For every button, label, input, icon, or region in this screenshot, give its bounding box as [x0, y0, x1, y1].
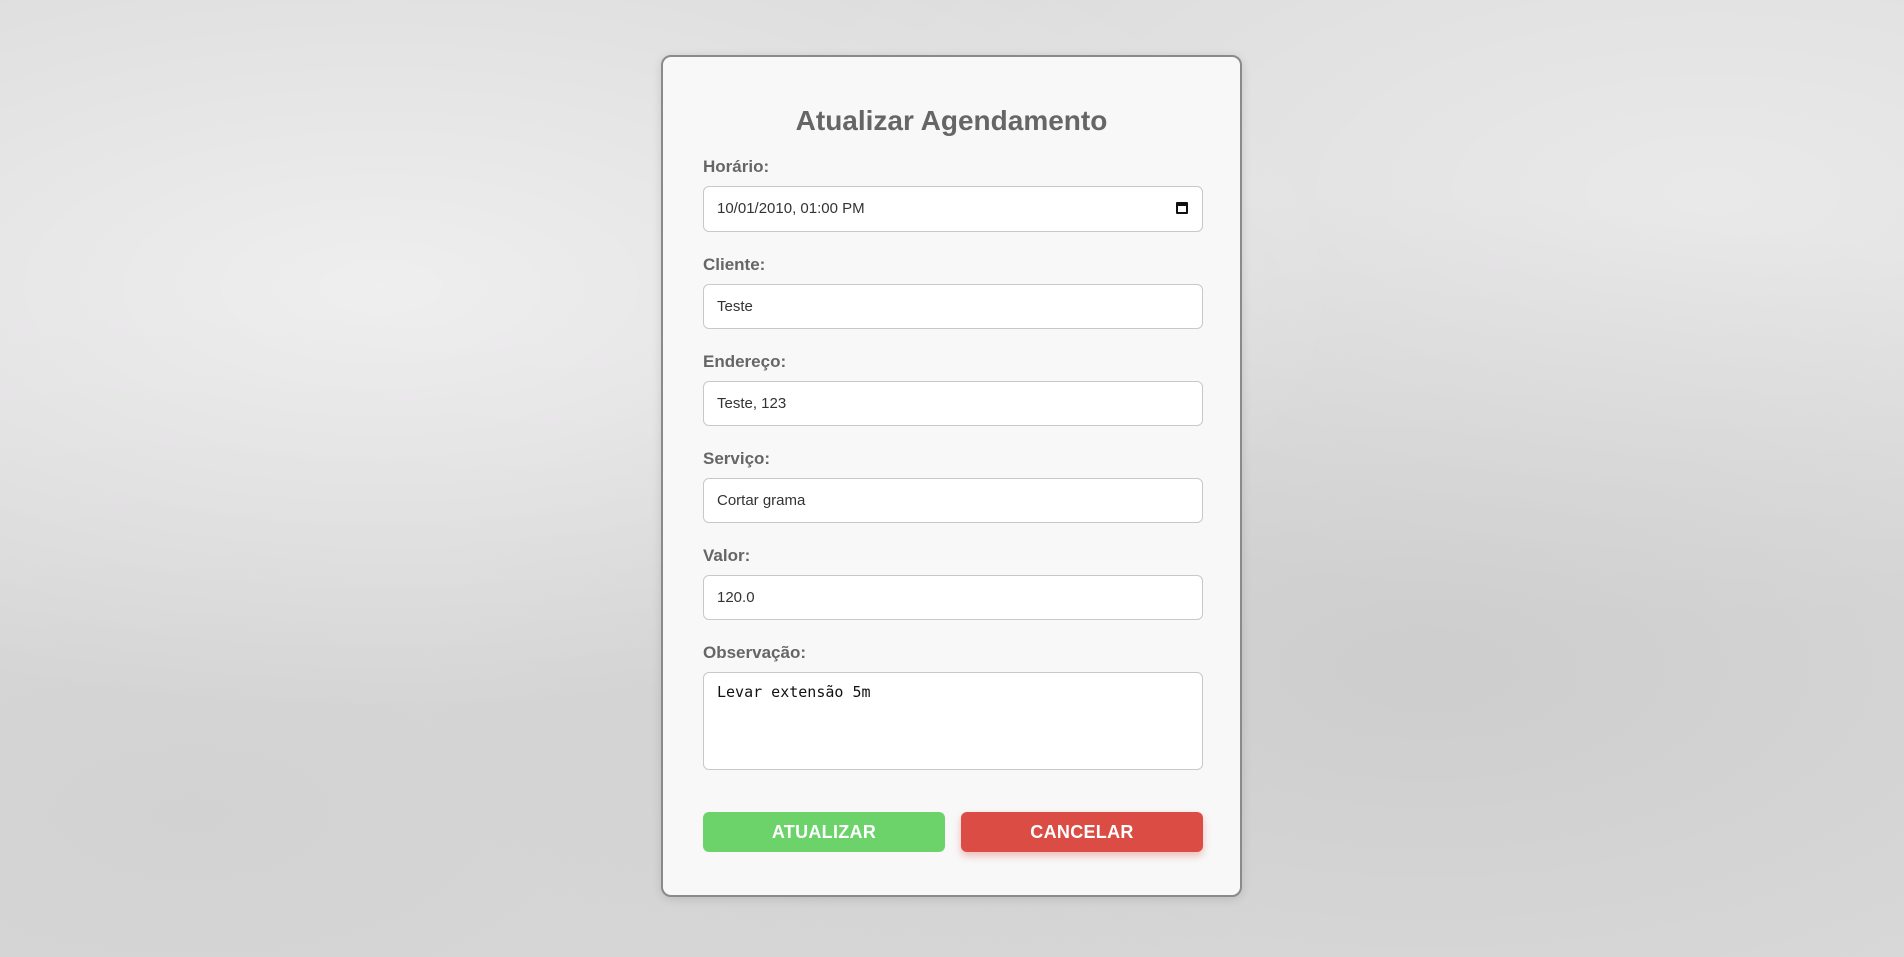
horario-label: Horário: — [703, 157, 770, 176]
endereco-value: Teste, 123 — [717, 395, 787, 412]
endereco-input[interactable]: Teste, 123 — [703, 381, 1203, 426]
valor-value: 120.0 — [717, 589, 755, 606]
horario-value: 10/01/2010, 01:00 PM — [717, 200, 865, 217]
page-title: Atualizar Agendamento — [795, 105, 1108, 136]
valor-input[interactable]: 120.0 — [703, 575, 1203, 620]
servico-field: Serviço: Cortar grama — [703, 449, 1203, 523]
cliente-field: Cliente: Teste — [703, 255, 1203, 329]
update-appointment-card: Atualizar Agendamento Horário: 10/01/201… — [661, 55, 1242, 897]
servico-label: Serviço: — [703, 449, 771, 468]
endereco-label: Endereço: — [703, 352, 787, 371]
servico-value: Cortar grama — [717, 492, 806, 509]
form-actions: ATUALIZAR CANCELAR — [703, 812, 1203, 852]
cliente-value: Teste — [717, 298, 753, 315]
horario-field: Horário: 10/01/2010, 01:00 PM — [703, 157, 1203, 232]
valor-label: Valor: — [703, 546, 751, 565]
observacao-label: Observação: — [703, 643, 806, 662]
observacao-textarea[interactable]: Levar extensão 5m — [703, 672, 1203, 770]
servico-input[interactable]: Cortar grama — [703, 478, 1203, 523]
observacao-field: Observação: Levar extensão 5m — [703, 643, 1203, 770]
endereco-field: Endereço: Teste, 123 — [703, 352, 1203, 426]
update-button[interactable]: ATUALIZAR — [703, 812, 945, 852]
calendar-icon[interactable] — [1176, 202, 1188, 214]
horario-input[interactable]: 10/01/2010, 01:00 PM — [703, 186, 1203, 232]
observacao-value: Levar extensão 5m — [717, 683, 871, 701]
cancel-button[interactable]: CANCELAR — [961, 812, 1203, 852]
valor-field: Valor: 120.0 — [703, 546, 1203, 620]
appointment-form: Horário: 10/01/2010, 01:00 PM Cliente: T… — [703, 157, 1203, 793]
cliente-input[interactable]: Teste — [703, 284, 1203, 329]
cliente-label: Cliente: — [703, 255, 766, 274]
